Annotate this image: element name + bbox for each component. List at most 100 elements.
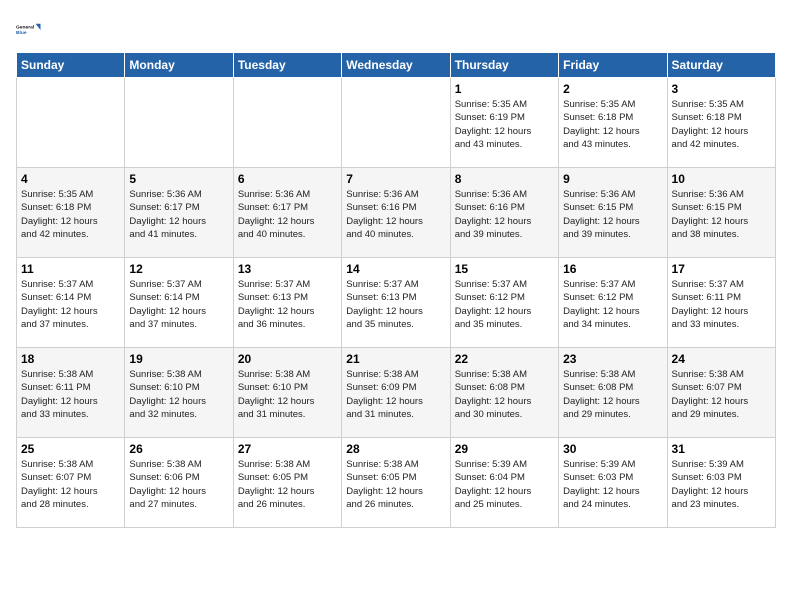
calendar-cell — [17, 78, 125, 168]
dow-header-monday: Monday — [125, 53, 233, 78]
calendar-week-5: 25 Sunrise: 5:38 AMSunset: 6:07 PMDayligh… — [17, 438, 776, 528]
calendar-cell: 23 Sunrise: 5:38 AMSunset: 6:08 PMDayligh… — [559, 348, 667, 438]
calendar-cell: 24 Sunrise: 5:38 AMSunset: 6:07 PMDayligh… — [667, 348, 775, 438]
calendar-header-row: SundayMondayTuesdayWednesdayThursdayFrid… — [17, 53, 776, 78]
day-info: Sunrise: 5:35 AMSunset: 6:18 PMDaylight:… — [672, 98, 771, 151]
calendar-cell: 11 Sunrise: 5:37 AMSunset: 6:14 PMDayligh… — [17, 258, 125, 348]
day-info: Sunrise: 5:37 AMSunset: 6:14 PMDaylight:… — [21, 278, 120, 331]
calendar-week-1: 1 Sunrise: 5:35 AMSunset: 6:19 PMDaylight… — [17, 78, 776, 168]
day-number: 18 — [21, 352, 120, 366]
day-info: Sunrise: 5:36 AMSunset: 6:16 PMDaylight:… — [346, 188, 445, 241]
day-number: 28 — [346, 442, 445, 456]
day-info: Sunrise: 5:38 AMSunset: 6:07 PMDaylight:… — [672, 368, 771, 421]
day-number: 21 — [346, 352, 445, 366]
day-number: 17 — [672, 262, 771, 276]
day-info: Sunrise: 5:37 AMSunset: 6:11 PMDaylight:… — [672, 278, 771, 331]
day-number: 9 — [563, 172, 662, 186]
logo-icon: GeneralBlue — [16, 16, 44, 44]
calendar-cell: 16 Sunrise: 5:37 AMSunset: 6:12 PMDayligh… — [559, 258, 667, 348]
calendar-cell — [233, 78, 341, 168]
day-number: 16 — [563, 262, 662, 276]
day-info: Sunrise: 5:38 AMSunset: 6:10 PMDaylight:… — [238, 368, 337, 421]
dow-header-tuesday: Tuesday — [233, 53, 341, 78]
calendar-cell: 31Sunrise: 5:39 AMSunset: 6:03 PMDayligh… — [667, 438, 775, 528]
day-info: Sunrise: 5:37 AMSunset: 6:14 PMDaylight:… — [129, 278, 228, 331]
day-info: Sunrise: 5:38 AMSunset: 6:09 PMDaylight:… — [346, 368, 445, 421]
calendar-cell: 17 Sunrise: 5:37 AMSunset: 6:11 PMDayligh… — [667, 258, 775, 348]
calendar-cell: 28 Sunrise: 5:38 AMSunset: 6:05 PMDayligh… — [342, 438, 450, 528]
day-number: 2 — [563, 82, 662, 96]
calendar-cell: 20 Sunrise: 5:38 AMSunset: 6:10 PMDayligh… — [233, 348, 341, 438]
calendar-cell: 2 Sunrise: 5:35 AMSunset: 6:18 PMDaylight… — [559, 78, 667, 168]
day-info: Sunrise: 5:36 AMSunset: 6:15 PMDaylight:… — [563, 188, 662, 241]
calendar-cell: 19Sunrise: 5:38 AMSunset: 6:10 PMDayligh… — [125, 348, 233, 438]
day-info: Sunrise: 5:39 AMSunset: 6:03 PMDaylight:… — [672, 458, 771, 511]
day-info: Sunrise: 5:38 AMSunset: 6:06 PMDaylight:… — [129, 458, 228, 511]
dow-header-sunday: Sunday — [17, 53, 125, 78]
day-number: 1 — [455, 82, 554, 96]
logo: GeneralBlue — [16, 16, 44, 44]
calendar-cell: 4Sunrise: 5:35 AMSunset: 6:18 PMDaylight… — [17, 168, 125, 258]
calendar-cell: 6 Sunrise: 5:36 AMSunset: 6:17 PMDaylight… — [233, 168, 341, 258]
calendar-cell: 27Sunrise: 5:38 AMSunset: 6:05 PMDayligh… — [233, 438, 341, 528]
calendar-week-3: 11 Sunrise: 5:37 AMSunset: 6:14 PMDayligh… — [17, 258, 776, 348]
day-info: Sunrise: 5:36 AMSunset: 6:15 PMDaylight:… — [672, 188, 771, 241]
day-number: 23 — [563, 352, 662, 366]
calendar-cell: 14 Sunrise: 5:37 AMSunset: 6:13 PMDayligh… — [342, 258, 450, 348]
calendar-cell: 12 Sunrise: 5:37 AMSunset: 6:14 PMDayligh… — [125, 258, 233, 348]
day-info: Sunrise: 5:38 AMSunset: 6:11 PMDaylight:… — [21, 368, 120, 421]
day-info: Sunrise: 5:35 AMSunset: 6:19 PMDaylight:… — [455, 98, 554, 151]
day-number: 12 — [129, 262, 228, 276]
day-number: 8 — [455, 172, 554, 186]
calendar-cell — [342, 78, 450, 168]
day-number: 29 — [455, 442, 554, 456]
calendar-cell: 8 Sunrise: 5:36 AMSunset: 6:16 PMDaylight… — [450, 168, 558, 258]
calendar-cell: 15Sunrise: 5:37 AMSunset: 6:12 PMDayligh… — [450, 258, 558, 348]
day-number: 14 — [346, 262, 445, 276]
day-info: Sunrise: 5:37 AMSunset: 6:13 PMDaylight:… — [346, 278, 445, 331]
day-info: Sunrise: 5:36 AMSunset: 6:16 PMDaylight:… — [455, 188, 554, 241]
svg-text:Blue: Blue — [16, 30, 27, 36]
calendar-cell: 5 Sunrise: 5:36 AMSunset: 6:17 PMDaylight… — [125, 168, 233, 258]
dow-header-saturday: Saturday — [667, 53, 775, 78]
day-info: Sunrise: 5:37 AMSunset: 6:12 PMDaylight:… — [563, 278, 662, 331]
calendar-cell: 22Sunrise: 5:38 AMSunset: 6:08 PMDayligh… — [450, 348, 558, 438]
day-number: 7 — [346, 172, 445, 186]
day-number: 5 — [129, 172, 228, 186]
day-number: 6 — [238, 172, 337, 186]
calendar-cell: 3 Sunrise: 5:35 AMSunset: 6:18 PMDaylight… — [667, 78, 775, 168]
day-number: 26 — [129, 442, 228, 456]
calendar-table: SundayMondayTuesdayWednesdayThursdayFrid… — [16, 52, 776, 528]
day-info: Sunrise: 5:39 AMSunset: 6:03 PMDaylight:… — [563, 458, 662, 511]
day-number: 30 — [563, 442, 662, 456]
calendar-cell: 18 Sunrise: 5:38 AMSunset: 6:11 PMDayligh… — [17, 348, 125, 438]
day-number: 22 — [455, 352, 554, 366]
calendar-cell: 9 Sunrise: 5:36 AMSunset: 6:15 PMDaylight… — [559, 168, 667, 258]
calendar-cell: 10 Sunrise: 5:36 AMSunset: 6:15 PMDayligh… — [667, 168, 775, 258]
day-info: Sunrise: 5:39 AMSunset: 6:04 PMDaylight:… — [455, 458, 554, 511]
calendar-cell: 7 Sunrise: 5:36 AMSunset: 6:16 PMDaylight… — [342, 168, 450, 258]
calendar-cell: 25 Sunrise: 5:38 AMSunset: 6:07 PMDayligh… — [17, 438, 125, 528]
dow-header-friday: Friday — [559, 53, 667, 78]
day-number: 10 — [672, 172, 771, 186]
day-number: 11 — [21, 262, 120, 276]
day-number: 3 — [672, 82, 771, 96]
day-number: 24 — [672, 352, 771, 366]
day-number: 27 — [238, 442, 337, 456]
day-info: Sunrise: 5:36 AMSunset: 6:17 PMDaylight:… — [129, 188, 228, 241]
day-number: 20 — [238, 352, 337, 366]
calendar-cell: 13 Sunrise: 5:37 AMSunset: 6:13 PMDayligh… — [233, 258, 341, 348]
day-info: Sunrise: 5:37 AMSunset: 6:12 PMDaylight:… — [455, 278, 554, 331]
day-info: Sunrise: 5:36 AMSunset: 6:17 PMDaylight:… — [238, 188, 337, 241]
day-info: Sunrise: 5:35 AMSunset: 6:18 PMDaylight:… — [563, 98, 662, 151]
svg-text:General: General — [16, 25, 35, 31]
day-info: Sunrise: 5:38 AMSunset: 6:07 PMDaylight:… — [21, 458, 120, 511]
day-info: Sunrise: 5:37 AMSunset: 6:13 PMDaylight:… — [238, 278, 337, 331]
day-info: Sunrise: 5:38 AMSunset: 6:08 PMDaylight:… — [563, 368, 662, 421]
day-number: 4 — [21, 172, 120, 186]
dow-header-wednesday: Wednesday — [342, 53, 450, 78]
day-number: 25 — [21, 442, 120, 456]
day-info: Sunrise: 5:38 AMSunset: 6:05 PMDaylight:… — [346, 458, 445, 511]
calendar-cell: 1 Sunrise: 5:35 AMSunset: 6:19 PMDaylight… — [450, 78, 558, 168]
day-number: 13 — [238, 262, 337, 276]
